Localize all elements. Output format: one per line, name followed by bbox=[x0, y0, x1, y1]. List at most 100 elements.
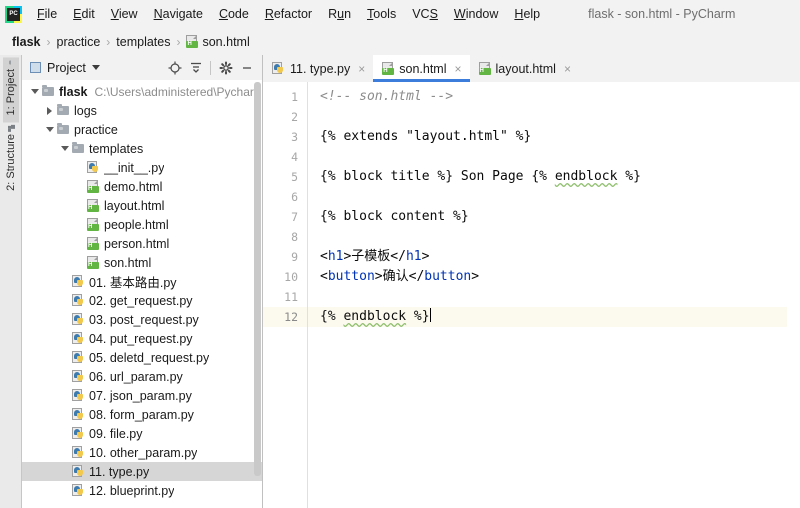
menu-item-window[interactable]: Window bbox=[446, 4, 506, 24]
editor-scrollbar[interactable] bbox=[787, 82, 800, 508]
breadcrumb-separator: › bbox=[106, 34, 111, 49]
tool-tab-project[interactable]: 1: Project bbox=[2, 57, 19, 123]
code-line[interactable] bbox=[308, 147, 800, 167]
tree-item-label: practice bbox=[74, 122, 118, 137]
tree-item-label: flask bbox=[59, 84, 88, 99]
tree-item-02-get-request-py[interactable]: 02. get_request.py bbox=[22, 291, 262, 310]
locate-icon[interactable] bbox=[165, 58, 184, 77]
editor-tab-layout-html[interactable]: H layout.html × bbox=[470, 55, 579, 82]
breadcrumb-item-templates[interactable]: templates bbox=[116, 35, 170, 49]
python-file-icon bbox=[71, 294, 85, 307]
editor-tab-11-type-py[interactable]: 11. type.py × bbox=[263, 55, 373, 82]
collapse-arrow-icon[interactable] bbox=[43, 106, 56, 115]
editor-code-content[interactable]: <!-- son.html --> {% extends "layout.htm… bbox=[308, 82, 800, 508]
tree-item-08-form-param-py[interactable]: 08. form_param.py bbox=[22, 405, 262, 424]
tree-item-layout-html[interactable]: Hlayout.html bbox=[22, 196, 262, 215]
close-icon[interactable]: × bbox=[455, 62, 462, 76]
project-tree-scrollbar[interactable] bbox=[254, 82, 261, 476]
tool-tab-structure[interactable]: 2: Structure bbox=[3, 122, 19, 198]
line-number[interactable]: 4 bbox=[263, 147, 307, 167]
menu-item-file[interactable]: File bbox=[29, 4, 65, 24]
code-line[interactable] bbox=[308, 287, 800, 307]
line-number[interactable]: 7 bbox=[263, 207, 307, 227]
code-line[interactable] bbox=[308, 187, 800, 207]
line-number[interactable]: 12 bbox=[263, 307, 307, 327]
tree-item-10-other-param-py[interactable]: 10. other_param.py bbox=[22, 443, 262, 462]
tree-item-03-post-request-py[interactable]: 03. post_request.py bbox=[22, 310, 262, 329]
tree-item-label: 10. other_param.py bbox=[89, 445, 198, 460]
tool-tab-project-label: 1: Project bbox=[4, 69, 17, 116]
tree-item-init-py[interactable]: __init__.py bbox=[22, 158, 262, 177]
code-line[interactable]: {% extends "layout.html" %} bbox=[308, 127, 800, 147]
tree-item-label: 12. blueprint.py bbox=[89, 483, 175, 498]
menu-item-run[interactable]: Run bbox=[320, 4, 359, 24]
python-file-icon bbox=[71, 370, 85, 383]
code-line[interactable]: {% block content %} bbox=[308, 207, 800, 227]
menu-item-view[interactable]: View bbox=[103, 4, 146, 24]
editor-gutter[interactable]: 1 2 3 4 5 6 7 8 9 10 11 12 bbox=[263, 82, 308, 508]
menu-item-help[interactable]: Help bbox=[506, 4, 548, 24]
tree-item-demo-html[interactable]: Hdemo.html bbox=[22, 177, 262, 196]
code-line[interactable] bbox=[308, 227, 800, 247]
tree-item-09-file-py[interactable]: 09. file.py bbox=[22, 424, 262, 443]
line-number[interactable]: 10 bbox=[263, 267, 307, 287]
hide-panel-icon[interactable] bbox=[237, 58, 256, 77]
collapse-all-icon[interactable] bbox=[186, 58, 205, 77]
code-line[interactable]: {% block title %} Son Page {% endblock %… bbox=[308, 167, 800, 187]
editor-tab-son-html[interactable]: H son.html × bbox=[373, 55, 470, 82]
tree-item-04-put-request-py[interactable]: 04. put_request.py bbox=[22, 329, 262, 348]
code-line[interactable]: {% endblock %} bbox=[308, 307, 800, 327]
menu-item-vcs[interactable]: VCS bbox=[404, 4, 446, 24]
menu-item-edit[interactable]: Edit bbox=[65, 4, 103, 24]
project-panel-title-button[interactable]: Project bbox=[26, 59, 104, 77]
settings-gear-icon[interactable] bbox=[216, 58, 235, 77]
tree-item-templates[interactable]: templates bbox=[22, 139, 262, 158]
line-number[interactable]: 6 bbox=[263, 187, 307, 207]
editor-area: 11. type.py × H son.html × H layout.html… bbox=[263, 55, 800, 508]
tree-item-son-html[interactable]: Hson.html bbox=[22, 253, 262, 272]
expand-arrow-icon[interactable] bbox=[43, 127, 56, 132]
code-line[interactable]: <button>确认</button> bbox=[308, 267, 800, 287]
close-icon[interactable]: × bbox=[564, 62, 571, 76]
tree-item-people-html[interactable]: Hpeople.html bbox=[22, 215, 262, 234]
code-line[interactable]: <!-- son.html --> bbox=[308, 87, 800, 107]
menu-item-navigate[interactable]: Navigate bbox=[146, 4, 211, 24]
tree-item-practice[interactable]: practice bbox=[22, 120, 262, 139]
code-token: endblock bbox=[343, 309, 407, 324]
tree-item-07-json-param-py[interactable]: 07. json_param.py bbox=[22, 386, 262, 405]
line-number[interactable]: 11 bbox=[263, 287, 307, 307]
tree-item-01-py[interactable]: 01. 基本路由.py bbox=[22, 272, 262, 291]
project-tree[interactable]: flask C:\Users\administered\Pychar logs pra… bbox=[22, 80, 262, 508]
line-number[interactable]: 1 bbox=[263, 87, 307, 107]
tree-item-path: C:\Users\administered\Pychar bbox=[94, 84, 254, 99]
tree-item-12-blueprint-py[interactable]: 12. blueprint.py bbox=[22, 481, 262, 500]
expand-arrow-icon[interactable] bbox=[28, 89, 41, 94]
html-file-icon: H bbox=[86, 180, 100, 193]
tree-item-06-url-param-py[interactable]: 06. url_param.py bbox=[22, 367, 262, 386]
tree-item-11-type-py[interactable]: 11. type.py bbox=[22, 462, 262, 481]
tree-item-05-deletd-request-py[interactable]: 05. deletd_request.py bbox=[22, 348, 262, 367]
line-number[interactable]: 9 bbox=[263, 247, 307, 267]
tree-item-logs[interactable]: logs bbox=[22, 101, 262, 120]
code-line[interactable] bbox=[308, 107, 800, 127]
breadcrumb-item-practice[interactable]: practice bbox=[57, 35, 101, 49]
line-number[interactable]: 3 bbox=[263, 127, 307, 147]
code-line[interactable]: <h1>子模板</h1> bbox=[308, 247, 800, 267]
python-file-icon bbox=[71, 484, 85, 497]
line-number[interactable]: 8 bbox=[263, 227, 307, 247]
menu-item-refactor[interactable]: Refactor bbox=[257, 4, 320, 24]
tree-item-flask[interactable]: flask C:\Users\administered\Pychar bbox=[22, 82, 262, 101]
project-tool-window: Project flask C:\Users\administered\Pych… bbox=[22, 55, 263, 508]
line-number[interactable]: 2 bbox=[263, 107, 307, 127]
breadcrumb-item-flask[interactable]: flask bbox=[12, 35, 41, 49]
code-editor[interactable]: 1 2 3 4 5 6 7 8 9 10 11 12 <!-- son.html --> {% ext… bbox=[263, 82, 800, 508]
close-icon[interactable]: × bbox=[358, 62, 365, 76]
breadcrumb-item-son-html[interactable]: H son.html bbox=[186, 35, 250, 49]
line-number[interactable]: 5 bbox=[263, 167, 307, 187]
menu-item-tools[interactable]: Tools bbox=[359, 4, 404, 24]
tree-item-label: templates bbox=[89, 141, 144, 156]
tree-item-person-html[interactable]: Hperson.html bbox=[22, 234, 262, 253]
expand-arrow-icon[interactable] bbox=[58, 146, 71, 151]
chevron-down-icon[interactable] bbox=[91, 65, 100, 70]
menu-item-code[interactable]: Code bbox=[211, 4, 257, 24]
